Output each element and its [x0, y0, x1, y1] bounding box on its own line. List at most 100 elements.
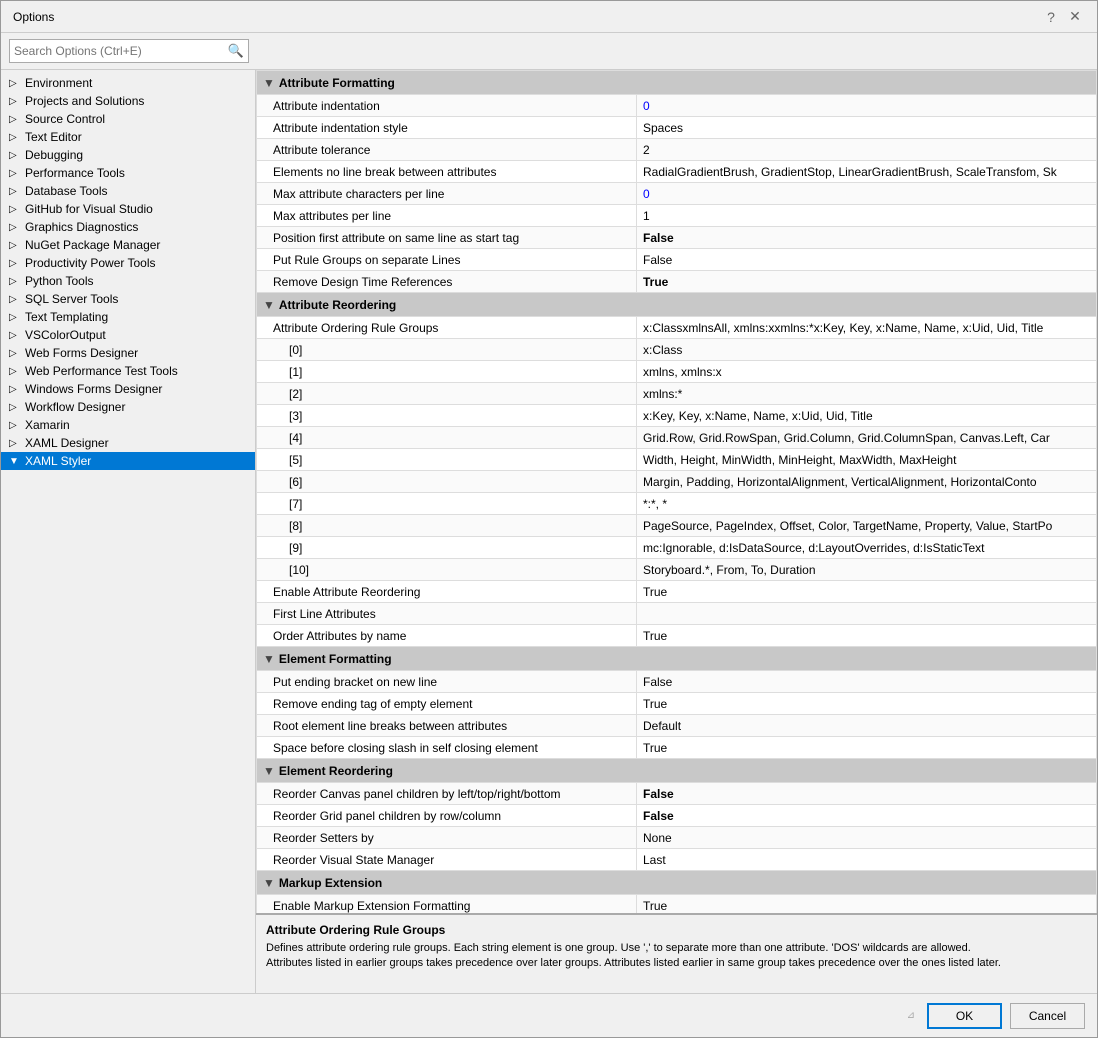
sidebar-item-performance-tools[interactable]: ▷Performance Tools [1, 164, 255, 182]
group-toggle[interactable]: ▼ [263, 76, 275, 90]
setting-value[interactable]: 0 [637, 95, 1097, 117]
sidebar-item-label: NuGet Package Manager [25, 238, 251, 252]
sidebar-item-python-tools[interactable]: ▷Python Tools [1, 272, 255, 290]
table-row: First Line Attributes [257, 603, 1097, 625]
setting-value[interactable]: xmlns, xmlns:x [637, 361, 1097, 383]
setting-name: Put Rule Groups on separate Lines [257, 249, 637, 271]
sidebar-item-text-editor[interactable]: ▷Text Editor [1, 128, 255, 146]
description-line: Attributes listed in earlier groups take… [266, 956, 1087, 971]
setting-value[interactable]: Default [637, 715, 1097, 737]
setting-value[interactable]: True [637, 895, 1097, 914]
setting-value[interactable]: False [637, 671, 1097, 693]
sidebar-item-vscoloroutput[interactable]: ▷VSColorOutput [1, 326, 255, 344]
setting-value[interactable]: x:Key, Key, x:Name, Name, x:Uid, Uid, Ti… [637, 405, 1097, 427]
sidebar-item-windows-forms-designer[interactable]: ▷Windows Forms Designer [1, 380, 255, 398]
setting-value[interactable]: Grid.Row, Grid.RowSpan, Grid.Column, Gri… [637, 427, 1097, 449]
group-toggle[interactable]: ▼ [263, 876, 275, 890]
setting-name: [10] [257, 559, 637, 581]
sidebar-item-xaml-styler[interactable]: ▼XAML Styler [1, 452, 255, 470]
table-row: Order Attributes by nameTrue [257, 625, 1097, 647]
group-toggle[interactable]: ▼ [263, 298, 275, 312]
group-header-cell: ▼Element Reordering [257, 759, 1097, 783]
sidebar-item-productivity-power-tools[interactable]: ▷Productivity Power Tools [1, 254, 255, 272]
setting-value[interactable]: xmlns:* [637, 383, 1097, 405]
sidebar-item-source-control[interactable]: ▷Source Control [1, 110, 255, 128]
tree-arrow: ▷ [9, 294, 25, 305]
sidebar-item-projects-and-solutions[interactable]: ▷Projects and Solutions [1, 92, 255, 110]
setting-value[interactable]: *:*, * [637, 493, 1097, 515]
setting-value[interactable]: False [637, 805, 1097, 827]
sidebar-item-label: Database Tools [25, 184, 251, 198]
sidebar-item-label: Windows Forms Designer [25, 382, 251, 396]
close-button[interactable]: ✕ [1065, 7, 1085, 27]
sidebar-item-environment[interactable]: ▷Environment [1, 74, 255, 92]
sidebar-item-label: Projects and Solutions [25, 94, 251, 108]
tree-arrow: ▷ [9, 438, 25, 449]
group-toggle[interactable]: ▼ [263, 652, 275, 666]
setting-value[interactable]: x:Class [637, 339, 1097, 361]
setting-value[interactable]: PageSource, PageIndex, Offset, Color, Ta… [637, 515, 1097, 537]
setting-value[interactable]: None [637, 827, 1097, 849]
setting-name: Max attributes per line [257, 205, 637, 227]
tree-arrow: ▷ [9, 312, 25, 323]
setting-name: Reorder Setters by [257, 827, 637, 849]
group-label: Markup Extension [279, 876, 382, 890]
table-row: [1]xmlns, xmlns:x [257, 361, 1097, 383]
search-icon: 🔍 [228, 43, 244, 59]
group-header: ▼Element Formatting [257, 647, 1097, 671]
sidebar-item-workflow-designer[interactable]: ▷Workflow Designer [1, 398, 255, 416]
description-title: Attribute Ordering Rule Groups [266, 923, 1087, 937]
setting-value[interactable]: False [637, 783, 1097, 805]
description-panel: Attribute Ordering Rule Groups Defines a… [256, 913, 1097, 993]
setting-value[interactable]: Width, Height, MinWidth, MinHeight, MaxW… [637, 449, 1097, 471]
sidebar-item-nuget-package-manager[interactable]: ▷NuGet Package Manager [1, 236, 255, 254]
sidebar-item-label: XAML Designer [25, 436, 251, 450]
sidebar-item-xamarin[interactable]: ▷Xamarin [1, 416, 255, 434]
setting-value[interactable]: mc:Ignorable, d:IsDataSource, d:LayoutOv… [637, 537, 1097, 559]
setting-value[interactable]: 0 [637, 183, 1097, 205]
setting-value[interactable]: False [637, 227, 1097, 249]
table-row: Remove ending tag of empty elementTrue [257, 693, 1097, 715]
sidebar-item-web-performance-test-tools[interactable]: ▷Web Performance Test Tools [1, 362, 255, 380]
table-row: Remove Design Time ReferencesTrue [257, 271, 1097, 293]
setting-value[interactable]: True [637, 737, 1097, 759]
search-input[interactable] [14, 44, 228, 58]
setting-value[interactable]: True [637, 693, 1097, 715]
sidebar-item-text-templating[interactable]: ▷Text Templating [1, 308, 255, 326]
ok-button[interactable]: OK [927, 1003, 1002, 1029]
main-content: ▷Environment▷Projects and Solutions▷Sour… [1, 70, 1097, 993]
sidebar-item-sql-server-tools[interactable]: ▷SQL Server Tools [1, 290, 255, 308]
setting-name: Attribute tolerance [257, 139, 637, 161]
help-button[interactable]: ? [1041, 7, 1061, 27]
sidebar-item-github-for-visual-studio[interactable]: ▷GitHub for Visual Studio [1, 200, 255, 218]
setting-value[interactable]: x:ClassxmlnsAll, xmlns:xxmlns:*x:Key, Ke… [637, 317, 1097, 339]
setting-value[interactable]: Last [637, 849, 1097, 871]
setting-value[interactable]: Storyboard.*, From, To, Duration [637, 559, 1097, 581]
group-toggle[interactable]: ▼ [263, 764, 275, 778]
setting-value[interactable]: Spaces [637, 117, 1097, 139]
setting-value[interactable]: Margin, Padding, HorizontalAlignment, Ve… [637, 471, 1097, 493]
sidebar-item-xaml-designer[interactable]: ▷XAML Designer [1, 434, 255, 452]
setting-value[interactable]: True [637, 271, 1097, 293]
sidebar-item-database-tools[interactable]: ▷Database Tools [1, 182, 255, 200]
setting-value[interactable]: RadialGradientBrush, GradientStop, Linea… [637, 161, 1097, 183]
setting-value[interactable]: True [637, 581, 1097, 603]
right-panel: ▼Attribute FormattingAttribute indentati… [256, 70, 1097, 993]
setting-value[interactable] [637, 603, 1097, 625]
tree-arrow: ▷ [9, 402, 25, 413]
sidebar-item-graphics-diagnostics[interactable]: ▷Graphics Diagnostics [1, 218, 255, 236]
table-row: [3]x:Key, Key, x:Name, Name, x:Uid, Uid,… [257, 405, 1097, 427]
sidebar-item-web-forms-designer[interactable]: ▷Web Forms Designer [1, 344, 255, 362]
sidebar-item-debugging[interactable]: ▷Debugging [1, 146, 255, 164]
setting-value[interactable]: 1 [637, 205, 1097, 227]
setting-name: [6] [257, 471, 637, 493]
setting-value[interactable]: 2 [637, 139, 1097, 161]
dialog-body: 🔍 ▷Environment▷Projects and Solutions▷So… [1, 33, 1097, 993]
cancel-button[interactable]: Cancel [1010, 1003, 1085, 1029]
setting-name: Max attribute characters per line [257, 183, 637, 205]
setting-name: Space before closing slash in self closi… [257, 737, 637, 759]
table-row: Position first attribute on same line as… [257, 227, 1097, 249]
setting-value[interactable]: False [637, 249, 1097, 271]
setting-value[interactable]: True [637, 625, 1097, 647]
tree-arrow: ▷ [9, 258, 25, 269]
